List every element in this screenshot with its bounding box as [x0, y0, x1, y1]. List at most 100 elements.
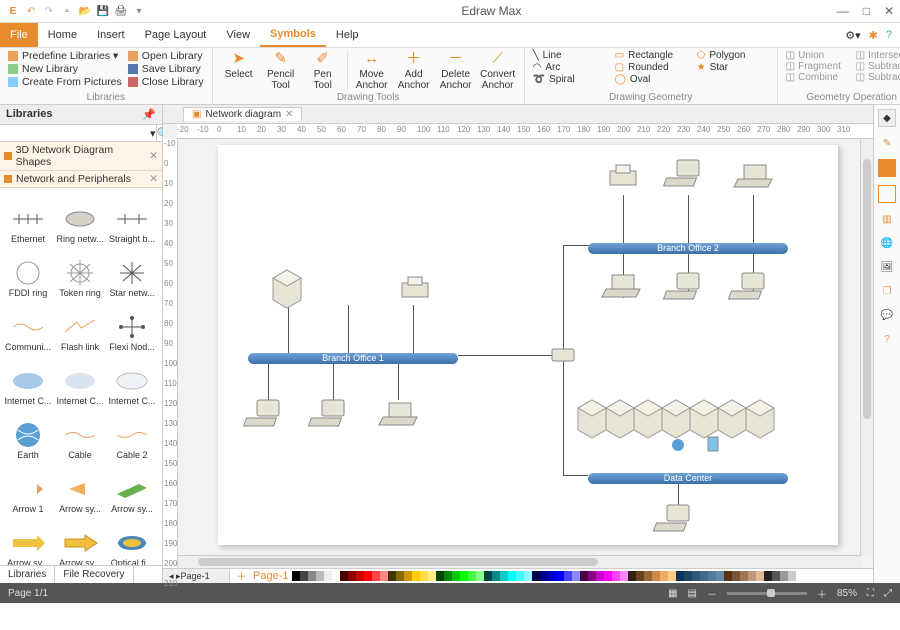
new-file-icon[interactable]: ▫: [60, 4, 74, 18]
shape-item[interactable]: FDDI ring: [2, 246, 54, 300]
shape-item[interactable]: Optical fi...: [106, 516, 158, 565]
shape-item[interactable]: Arrow sy...: [2, 516, 54, 565]
shape-item[interactable]: Internet C...: [54, 354, 106, 408]
library-search-input[interactable]: [0, 125, 150, 141]
menu-help[interactable]: Help: [326, 23, 369, 47]
rt-globe-icon[interactable]: 🌐: [879, 235, 895, 251]
geom-oval[interactable]: ◯Oval: [615, 74, 687, 85]
new-library-button[interactable]: New Library: [8, 63, 122, 75]
geom-spiral[interactable]: ➰Spiral: [533, 74, 605, 85]
geom-arc[interactable]: ◠Arc: [533, 62, 605, 73]
pencil-tool[interactable]: ✎Pencil Tool: [263, 50, 299, 91]
color-palette[interactable]: [292, 571, 796, 581]
rt-image-icon[interactable]: 🖼: [879, 259, 895, 275]
h-scrollbar[interactable]: [178, 555, 861, 568]
save-library-button[interactable]: Save Library: [128, 63, 204, 75]
create-from-pictures-button[interactable]: Create From Pictures: [8, 76, 122, 88]
library-category-network-peripherals[interactable]: Network and Peripherals✕: [0, 171, 162, 188]
zoom-out-icon[interactable]: －: [707, 586, 717, 601]
op-combine[interactable]: ◫ Combine: [786, 72, 848, 83]
shape-item[interactable]: Token ring: [54, 246, 106, 300]
shape-item[interactable]: Internet C...: [106, 354, 158, 408]
view-mode-icon[interactable]: ▦: [668, 588, 677, 599]
shape-item[interactable]: Flexi Nod...: [106, 300, 158, 354]
geom-line[interactable]: ╲Line: [533, 50, 605, 61]
close-icon[interactable]: ✕: [285, 109, 293, 120]
op-subtract[interactable]: ◫ Subtract: [856, 61, 900, 72]
geom-polygon[interactable]: ⬠Polygon: [697, 50, 769, 61]
library-category-3d-network[interactable]: 3D Network Diagram Shapes✕: [0, 142, 162, 171]
canvas[interactable]: Branch Office 1 Branch Office 2 Data Cen…: [178, 139, 873, 568]
zoom-in-icon[interactable]: ＋: [817, 586, 827, 601]
op-subtract2[interactable]: ◫ Subtract: [856, 72, 900, 83]
op-intersect[interactable]: ◫ Intersect: [856, 50, 900, 61]
close-library-button[interactable]: Close Library: [128, 76, 204, 88]
geom-rectangle[interactable]: ▭Rectangle: [615, 50, 687, 61]
rt-stroke-icon[interactable]: [878, 185, 896, 203]
document-tab[interactable]: ▣Network diagram✕: [183, 107, 302, 121]
brand-icon[interactable]: ✱: [869, 29, 878, 42]
pen-tool[interactable]: ✐Pen Tool: [305, 50, 341, 91]
delete-anchor-tool[interactable]: －Delete Anchor: [438, 50, 474, 91]
predefine-libraries-button[interactable]: Predefine Libraries ▾: [8, 50, 122, 62]
panel-pin-icon[interactable]: 📌: [142, 108, 156, 121]
open-file-icon[interactable]: 📂: [78, 4, 92, 18]
shape-item[interactable]: Internet C...: [2, 354, 54, 408]
rt-cursor-icon[interactable]: ◆: [878, 109, 896, 127]
menu-page-layout[interactable]: Page Layout: [135, 23, 217, 47]
help-icon[interactable]: ?: [886, 29, 892, 41]
add-anchor-tool[interactable]: ＋Add Anchor: [396, 50, 432, 91]
close-icon[interactable]: ✕: [149, 173, 158, 185]
geom-star[interactable]: ★Star: [697, 62, 769, 73]
shape-item[interactable]: Cable: [54, 408, 106, 462]
print-icon[interactable]: 🖨: [114, 4, 128, 18]
tab-file-recovery[interactable]: File Recovery: [55, 566, 133, 583]
page[interactable]: Branch Office 1 Branch Office 2 Data Cen…: [218, 145, 838, 545]
menu-insert[interactable]: Insert: [87, 23, 135, 47]
rt-layers-icon[interactable]: ❐: [879, 283, 895, 299]
rt-fill-icon[interactable]: [878, 159, 896, 177]
qat-more-icon[interactable]: ▾: [132, 4, 146, 18]
fit-page-icon[interactable]: ⛶: [867, 588, 874, 599]
v-scrollbar[interactable]: [860, 139, 873, 556]
close-icon[interactable]: ✕: [884, 4, 894, 18]
undo-icon[interactable]: ↶: [24, 4, 38, 18]
shape-item[interactable]: Arrow 1: [2, 462, 54, 516]
menu-home[interactable]: Home: [38, 23, 87, 47]
shape-item[interactable]: Arrow sy...: [54, 516, 106, 565]
save-icon[interactable]: 💾: [96, 4, 110, 18]
shape-item[interactable]: Cable 2: [106, 408, 158, 462]
select-tool[interactable]: ➤Select: [221, 50, 257, 81]
op-union[interactable]: ◫ Union: [786, 50, 848, 61]
rt-edit-icon[interactable]: ✎: [879, 135, 895, 151]
open-library-button[interactable]: Open Library: [128, 50, 204, 62]
op-fragment[interactable]: ◫ Fragment: [786, 61, 848, 72]
zoom-slider[interactable]: [727, 592, 807, 595]
page-label-active[interactable]: Page-1: [253, 570, 288, 582]
fullscreen-icon[interactable]: ⤢: [884, 588, 892, 599]
shape-item[interactable]: Flash link: [54, 300, 106, 354]
close-icon[interactable]: ✕: [149, 150, 158, 162]
redo-icon[interactable]: ↷: [42, 4, 56, 18]
options-icon[interactable]: ⚙▾: [845, 29, 860, 42]
shape-item[interactable]: Star netw...: [106, 246, 158, 300]
menu-symbols[interactable]: Symbols: [260, 23, 326, 47]
rt-page-icon[interactable]: ▥: [879, 211, 895, 227]
shape-item[interactable]: Straight b...: [106, 192, 158, 246]
shape-item[interactable]: Arrow sy...: [54, 462, 106, 516]
view-page-icon[interactable]: ▤: [688, 588, 697, 599]
shape-item[interactable]: Earth: [2, 408, 54, 462]
convert-anchor-tool[interactable]: ⟋Convert Anchor: [480, 50, 516, 91]
minimize-icon[interactable]: —: [837, 4, 849, 18]
shape-item[interactable]: Ring netw...: [54, 192, 106, 246]
tab-libraries[interactable]: Libraries: [0, 566, 55, 583]
rt-comment-icon[interactable]: 💬: [879, 307, 895, 323]
shape-item[interactable]: Arrow sy...: [106, 462, 158, 516]
geom-rounded[interactable]: ▢Rounded: [615, 62, 687, 73]
maximize-icon[interactable]: □: [863, 4, 870, 18]
shape-item[interactable]: Communi...: [2, 300, 54, 354]
shape-item[interactable]: Ethernet: [2, 192, 54, 246]
menu-file[interactable]: File: [0, 23, 38, 47]
move-anchor-tool[interactable]: ↔Move Anchor: [354, 50, 390, 91]
menu-view[interactable]: View: [216, 23, 260, 47]
